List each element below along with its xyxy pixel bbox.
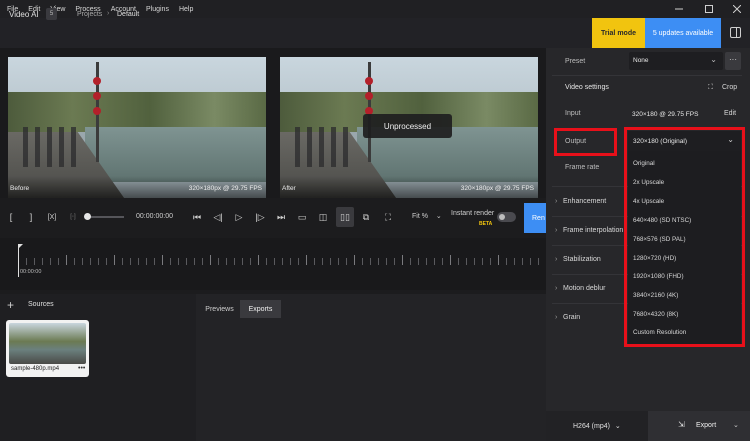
frame-rate-label: Frame rate	[565, 164, 600, 171]
tab-exports[interactable]: Exports	[240, 300, 281, 318]
section-grain-label: Grain	[563, 314, 581, 321]
export-icon: ⇲	[678, 420, 685, 429]
before-label: Before	[10, 185, 30, 192]
export-options-icon[interactable]: ⌄	[733, 421, 739, 429]
section-enhancement-label: Enhancement	[563, 198, 607, 205]
codec-label: H264 (mp4)	[573, 423, 610, 430]
before-info: 320×180px @ 29.75 FPS	[188, 185, 262, 192]
crop-icon[interactable]: ⛶	[708, 84, 713, 92]
chevron-right-icon: ›	[555, 285, 558, 292]
video-settings-title: Video settings	[565, 84, 609, 91]
view-side-by-side-icon[interactable]: ▯▯	[336, 207, 354, 227]
menu-plugins[interactable]: Plugins	[141, 6, 174, 13]
input-label: Input	[565, 110, 581, 117]
preset-select[interactable]: None ⌄	[629, 52, 723, 70]
highlight-output-dropdown	[624, 127, 745, 347]
mark-out-button[interactable]: ]	[26, 207, 36, 227]
render-button[interactable]: Ren	[524, 203, 546, 233]
section-motion-deblur[interactable]: › Motion deblur	[555, 285, 605, 292]
beta-badge: BETA	[479, 221, 493, 227]
instant-render-toggle[interactable]	[497, 212, 516, 222]
app-name: Video AI	[9, 10, 39, 19]
chevron-right-icon: ›	[555, 227, 558, 234]
section-grain[interactable]: › Grain	[555, 314, 580, 321]
mark-in-button[interactable]: [	[6, 207, 16, 227]
chevron-down-icon: ⌄	[435, 213, 442, 220]
instant-render-label: Instant render	[451, 210, 495, 217]
unprocessed-overlay: Unprocessed	[363, 114, 452, 138]
highlight-output-label	[554, 128, 617, 156]
skip-start-icon[interactable]: ⏮	[190, 207, 204, 227]
source-thumbnail	[9, 323, 86, 364]
tab-previews[interactable]: Previews	[200, 300, 239, 318]
toggle-panel-icon[interactable]	[730, 27, 741, 38]
transport-bar	[0, 203, 546, 233]
view-split-icon[interactable]: ◫	[316, 207, 330, 227]
preset-label: Preset	[565, 58, 586, 65]
volume-slider-knob[interactable]	[84, 213, 91, 220]
input-value: 320×180 @ 29.75 FPS	[632, 111, 699, 118]
chevron-down-icon: ⌄	[614, 423, 621, 430]
chevron-right-icon: ›	[555, 314, 558, 321]
edit-input-button[interactable]: Edit	[724, 110, 736, 117]
after-info: 320×180px @ 29.75 FPS	[460, 185, 534, 192]
step-forward-icon[interactable]: |▷	[253, 207, 267, 227]
zoom-label: Fit %	[412, 213, 428, 220]
app-badge: 5	[46, 8, 57, 20]
menu-bar: File Edit View Process Account Plugins H…	[0, 0, 750, 18]
source-filename: sample-480p.mp4	[11, 366, 60, 372]
preset-value: None	[633, 57, 649, 64]
chevron-right-icon: ›	[555, 198, 558, 205]
minimize-icon[interactable]	[664, 0, 694, 18]
zoom-select[interactable]: Fit % ⌄	[412, 212, 442, 220]
export-button[interactable]: Export	[696, 422, 716, 429]
menu-help[interactable]: Help	[174, 6, 198, 13]
source-card[interactable]: sample-480p.mp4 •••	[6, 320, 89, 377]
skip-end-icon[interactable]: ⏭	[274, 207, 288, 227]
section-enhancement[interactable]: › Enhancement	[555, 198, 606, 205]
current-time: 00:00:00:00	[136, 213, 173, 220]
chevron-right-icon: ›	[107, 10, 110, 17]
crop-button[interactable]: Crop	[722, 84, 737, 91]
breadcrumb-projects[interactable]: Projects	[77, 11, 102, 18]
trial-mode-button[interactable]: Trial mode	[592, 18, 645, 48]
section-motion-deblur-label: Motion deblur	[563, 285, 606, 292]
after-label: After	[282, 185, 296, 192]
clear-marks-button[interactable]: [X]	[44, 207, 60, 227]
chevron-down-icon: ⌄	[710, 55, 717, 64]
fullscreen-icon[interactable]: ⛶	[381, 207, 395, 227]
codec-select[interactable]: H264 (mp4) ⌄	[573, 422, 621, 430]
timeline-major-ticks	[18, 255, 546, 265]
chevron-right-icon: ›	[555, 256, 558, 263]
close-icon[interactable]	[722, 0, 750, 18]
before-preview[interactable]: Before 320×180px @ 29.75 FPS	[8, 57, 266, 198]
step-back-icon[interactable]: ◁|	[211, 207, 225, 227]
playhead[interactable]	[18, 245, 19, 277]
volume-slider[interactable]	[86, 216, 124, 218]
timeline-start-time: 00:00:00	[20, 269, 42, 275]
preset-more-icon[interactable]: ···	[725, 52, 741, 70]
sources-title: Sources	[28, 301, 54, 308]
view-single-icon[interactable]: ▭	[295, 207, 309, 227]
section-stabilization[interactable]: › Stabilization	[555, 256, 601, 263]
updates-button[interactable]: 5 updates available	[645, 18, 721, 48]
more-options-icon[interactable]: •••	[78, 365, 85, 372]
section-frame-interpolation[interactable]: › Frame interpolation	[555, 227, 623, 234]
play-icon[interactable]: ▷	[232, 207, 246, 227]
divider	[552, 75, 742, 76]
loop-icon[interactable]: [◦]	[66, 207, 80, 227]
section-stabilization-label: Stabilization	[563, 256, 601, 263]
view-compare-icon[interactable]: ⧉	[359, 207, 373, 227]
maximize-icon[interactable]	[694, 0, 724, 18]
section-frame-interpolation-label: Frame interpolation	[563, 227, 624, 234]
add-source-icon[interactable]: +	[7, 298, 14, 312]
breadcrumb-current: Default	[117, 11, 140, 18]
